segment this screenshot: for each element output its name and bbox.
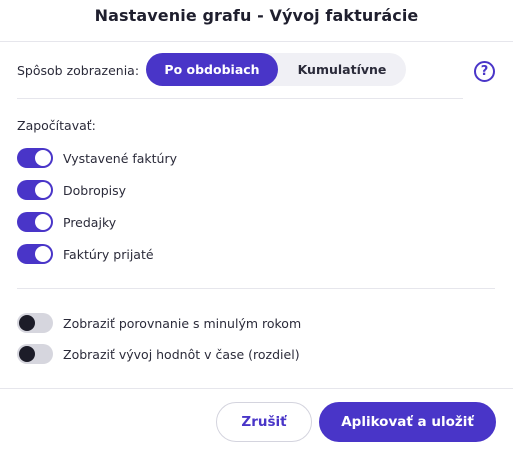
toggle-dobropisy[interactable]	[17, 180, 53, 200]
mode-option-po-obdobiach[interactable]: Po obdobiach	[146, 53, 278, 86]
option-row-predajky: Predajky	[17, 212, 116, 232]
toggle-knob	[19, 346, 35, 362]
toggle-label: Dobropisy	[63, 182, 127, 198]
option-row-faktury-prijate: Faktúry prijaté	[17, 244, 154, 264]
toggle-vyvoj-hodnot-v-case[interactable]	[17, 344, 53, 364]
option-row-vyvoj-hodnot: Zobraziť vývoj hodnôt v čase (rozdiel)	[17, 344, 300, 364]
options-divider	[17, 288, 495, 289]
count-section-label: Započítavať:	[17, 118, 96, 133]
toggle-knob	[19, 315, 35, 331]
chart-settings-dialog: Nastavenie grafu - Vývoj fakturácie Spôs…	[0, 0, 513, 452]
dialog-title: Nastavenie grafu - Vývoj fakturácie	[94, 6, 419, 25]
mode-option-kumulativne[interactable]: Kumulatívne	[278, 53, 406, 86]
display-mode-label: Spôsob zobrazenia:	[17, 63, 140, 78]
apply-and-save-button[interactable]: Aplikovať a uložiť	[319, 402, 496, 442]
mode-divider	[17, 98, 463, 99]
display-mode-segmented-control: Po obdobiach Kumulatívne	[146, 53, 406, 86]
toggle-knob	[35, 150, 51, 166]
header-divider	[0, 41, 513, 42]
toggle-predajky[interactable]	[17, 212, 53, 232]
toggle-label: Faktúry prijaté	[63, 246, 154, 262]
toggle-label: Zobraziť porovnanie s minulým rokom	[63, 315, 302, 331]
cancel-button[interactable]: Zrušiť	[216, 402, 312, 442]
help-icon[interactable]: ?	[474, 61, 495, 82]
toggle-label: Zobraziť vývoj hodnôt v čase (rozdiel)	[63, 346, 300, 362]
toggle-faktury-prijate[interactable]	[17, 244, 53, 264]
toggle-label: Vystavené faktúry	[63, 150, 178, 166]
option-row-porovnanie: Zobraziť porovnanie s minulým rokom	[17, 313, 301, 333]
toggle-vystavene-faktury[interactable]	[17, 148, 53, 168]
option-row-dobropisy: Dobropisy	[17, 180, 126, 200]
option-row-vystavene-faktury: Vystavené faktúry	[17, 148, 177, 168]
toggle-label: Predajky	[63, 214, 117, 230]
footer-divider	[0, 388, 513, 389]
toggle-porovnanie-s-minulym-rokom[interactable]	[17, 313, 53, 333]
toggle-knob	[35, 246, 51, 262]
toggle-knob	[35, 214, 51, 230]
toggle-knob	[35, 182, 51, 198]
